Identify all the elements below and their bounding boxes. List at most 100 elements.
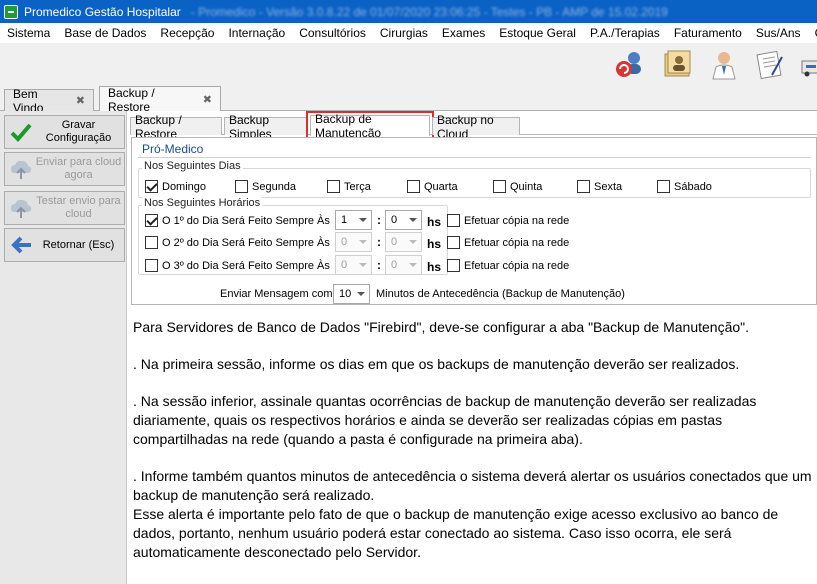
network-copy-label: Efetuar cópia na rede	[464, 214, 570, 227]
schedule-label: O 3º do Dia Será Feito Sempre Às	[162, 259, 330, 272]
menu-caixa[interactable]: Caixa	[808, 26, 817, 40]
cloud-upload-icon	[11, 160, 32, 179]
checkbox-box[interactable]	[447, 259, 460, 272]
menu-estoque-geral[interactable]: Estoque Geral	[492, 26, 583, 40]
test-cloud-button[interactable]: Testar envio para cloud	[4, 191, 125, 225]
schedule-1-hour-select[interactable]: 1	[335, 210, 372, 230]
tab-backup-manutencao[interactable]: Backup de Manutenção	[306, 111, 434, 140]
doc-tab-label: Backup / Restore	[108, 85, 155, 114]
day-segunda-checkbox[interactable]: Segunda	[235, 180, 296, 193]
doc-tab-backup-restore[interactable]: Backup / Restore ✖	[99, 85, 221, 114]
menu-exames[interactable]: Exames	[435, 26, 492, 40]
toolbar	[0, 43, 817, 85]
schedule-3-minute-select[interactable]: 0	[385, 255, 422, 275]
help-text: Para Servidores de Banco de Dados "Fireb…	[133, 318, 813, 580]
checkbox-box[interactable]	[577, 180, 590, 193]
users-refresh-icon[interactable]	[614, 49, 646, 81]
schedule-label: O 1º do Dia Será Feito Sempre Às	[162, 214, 330, 227]
app-icon	[4, 4, 18, 19]
schedule-2-checkbox[interactable]: O 2º do Dia Será Feito Sempre Às	[145, 236, 330, 249]
doc-tab-bem-vindo[interactable]: Bem Vindo ✖	[4, 87, 94, 115]
save-config-button[interactable]: Gravar Configuração	[4, 115, 125, 149]
network-copy-label: Efetuar cópia na rede	[464, 259, 570, 272]
tab-backup-cloud[interactable]: Backup no Cloud	[432, 113, 520, 141]
schedule-1-minute-select[interactable]: 0	[385, 210, 422, 230]
back-button[interactable]: Retornar (Esc)	[4, 228, 125, 262]
menu-recepcao[interactable]: Recepção	[153, 26, 221, 40]
schedule-label: O 2º do Dia Será Feito Sempre Às	[162, 236, 330, 249]
checkbox-box[interactable]	[447, 236, 460, 249]
menu-pa-terapias[interactable]: P.A./Terapias	[583, 26, 667, 40]
hours-unit: hs	[427, 237, 442, 251]
checkbox-box[interactable]	[657, 180, 670, 193]
menu-sistema[interactable]: Sistema	[0, 26, 57, 40]
close-icon[interactable]: ✖	[76, 94, 85, 107]
schedule-3-hour-select[interactable]: 0	[335, 255, 372, 275]
cloud-test-icon	[11, 199, 32, 218]
day-label: Terça	[344, 180, 371, 193]
prescription-icon[interactable]	[754, 49, 786, 81]
menu-sus-ans[interactable]: Sus/Ans	[749, 26, 808, 40]
day-label: Sábado	[674, 180, 712, 193]
help-paragraph: . Na primeira sessão, informe os dias em…	[133, 356, 740, 372]
patient-record-icon[interactable]	[662, 49, 694, 81]
menu-bar: Sistema Base de Dados Recepção Internaçã…	[0, 23, 817, 43]
menu-cirurgias[interactable]: Cirurgias	[373, 26, 435, 40]
doctor-icon[interactable]	[708, 49, 740, 81]
window-title-details: - Promedico - Versão 3.0.8.22 de 01/07/2…	[190, 4, 668, 19]
day-quarta-checkbox[interactable]: Quarta	[407, 180, 458, 193]
checkbox-box[interactable]	[447, 214, 460, 227]
day-terca-checkbox[interactable]: Terça	[327, 180, 371, 193]
checkbox-box[interactable]	[145, 259, 158, 272]
select-value: 0	[341, 236, 348, 248]
menu-faturamento[interactable]: Faturamento	[667, 26, 749, 40]
chevron-down-icon	[405, 211, 421, 229]
sidebar: Gravar Configuração Enviar para cloud ag…	[0, 111, 127, 584]
menu-consultorios[interactable]: Consultórios	[292, 26, 373, 40]
maintenance-panel: Pró-Medico Nos Seguintes Dias Domingo Se…	[131, 137, 817, 305]
checkbox-box[interactable]	[145, 236, 158, 249]
schedule-2-minute-select[interactable]: 0	[385, 232, 422, 252]
day-quinta-checkbox[interactable]: Quinta	[493, 180, 542, 193]
day-domingo-checkbox[interactable]: Domingo	[145, 180, 206, 193]
test-cloud-label: Testar envio para cloud	[36, 195, 121, 220]
checkbox-box[interactable]	[235, 180, 248, 193]
checkbox-box[interactable]	[493, 180, 506, 193]
schedule-2-hour-select[interactable]: 0	[335, 232, 372, 252]
schedule-1-network-copy-checkbox[interactable]: Efetuar cópia na rede	[447, 214, 569, 227]
checkbox-box[interactable]	[145, 214, 158, 227]
schedule-3-network-copy-checkbox[interactable]: Efetuar cópia na rede	[447, 259, 569, 272]
days-group-title: Nos Seguintes Dias	[142, 160, 243, 172]
network-copy-label: Efetuar cópia na rede	[464, 236, 570, 249]
menu-internacao[interactable]: Internação	[221, 26, 292, 40]
window-title: Promedico Gestão Hospitalar	[24, 4, 181, 19]
checkbox-box[interactable]	[407, 180, 420, 193]
select-value: 10	[339, 288, 352, 300]
panel-header: Pró-Medico	[138, 140, 811, 158]
day-sabado-checkbox[interactable]: Sábado	[657, 180, 712, 193]
checkbox-box[interactable]	[327, 180, 340, 193]
select-value: 0	[391, 236, 398, 248]
schedule-1-checkbox[interactable]: O 1º do Dia Será Feito Sempre Às	[145, 214, 330, 227]
hours-unit: hs	[427, 260, 442, 274]
tab-backup-simples[interactable]: Backup Simples	[224, 113, 307, 141]
arrow-left-icon	[11, 236, 31, 254]
close-icon[interactable]: ✖	[203, 93, 212, 106]
send-cloud-button[interactable]: Enviar para cloud agora	[4, 152, 125, 186]
help-paragraph: Para Servidores de Banco de Dados "Fireb…	[133, 319, 750, 335]
checkmark-icon	[10, 123, 32, 142]
day-label: Quinta	[510, 180, 543, 193]
minutes-label: Minutos de Antecedência (Backup de Manut…	[376, 288, 625, 300]
back-label: Retornar (Esc)	[42, 238, 115, 251]
schedule-3-checkbox[interactable]: O 3º do Dia Será Feito Sempre Às	[145, 259, 330, 272]
schedule-2-network-copy-checkbox[interactable]: Efetuar cópia na rede	[447, 236, 569, 249]
tab-backup-restore[interactable]: Backup / Restore	[130, 113, 222, 141]
day-label: Quarta	[424, 180, 458, 193]
ambulance-icon[interactable]	[798, 49, 817, 81]
chevron-down-icon	[405, 256, 421, 274]
checkbox-box[interactable]	[145, 180, 158, 193]
menu-base-de-dados[interactable]: Base de Dados	[57, 26, 153, 40]
message-minutes-select[interactable]: 10	[333, 284, 370, 304]
day-sexta-checkbox[interactable]: Sexta	[577, 180, 622, 193]
day-label: Domingo	[162, 180, 207, 193]
